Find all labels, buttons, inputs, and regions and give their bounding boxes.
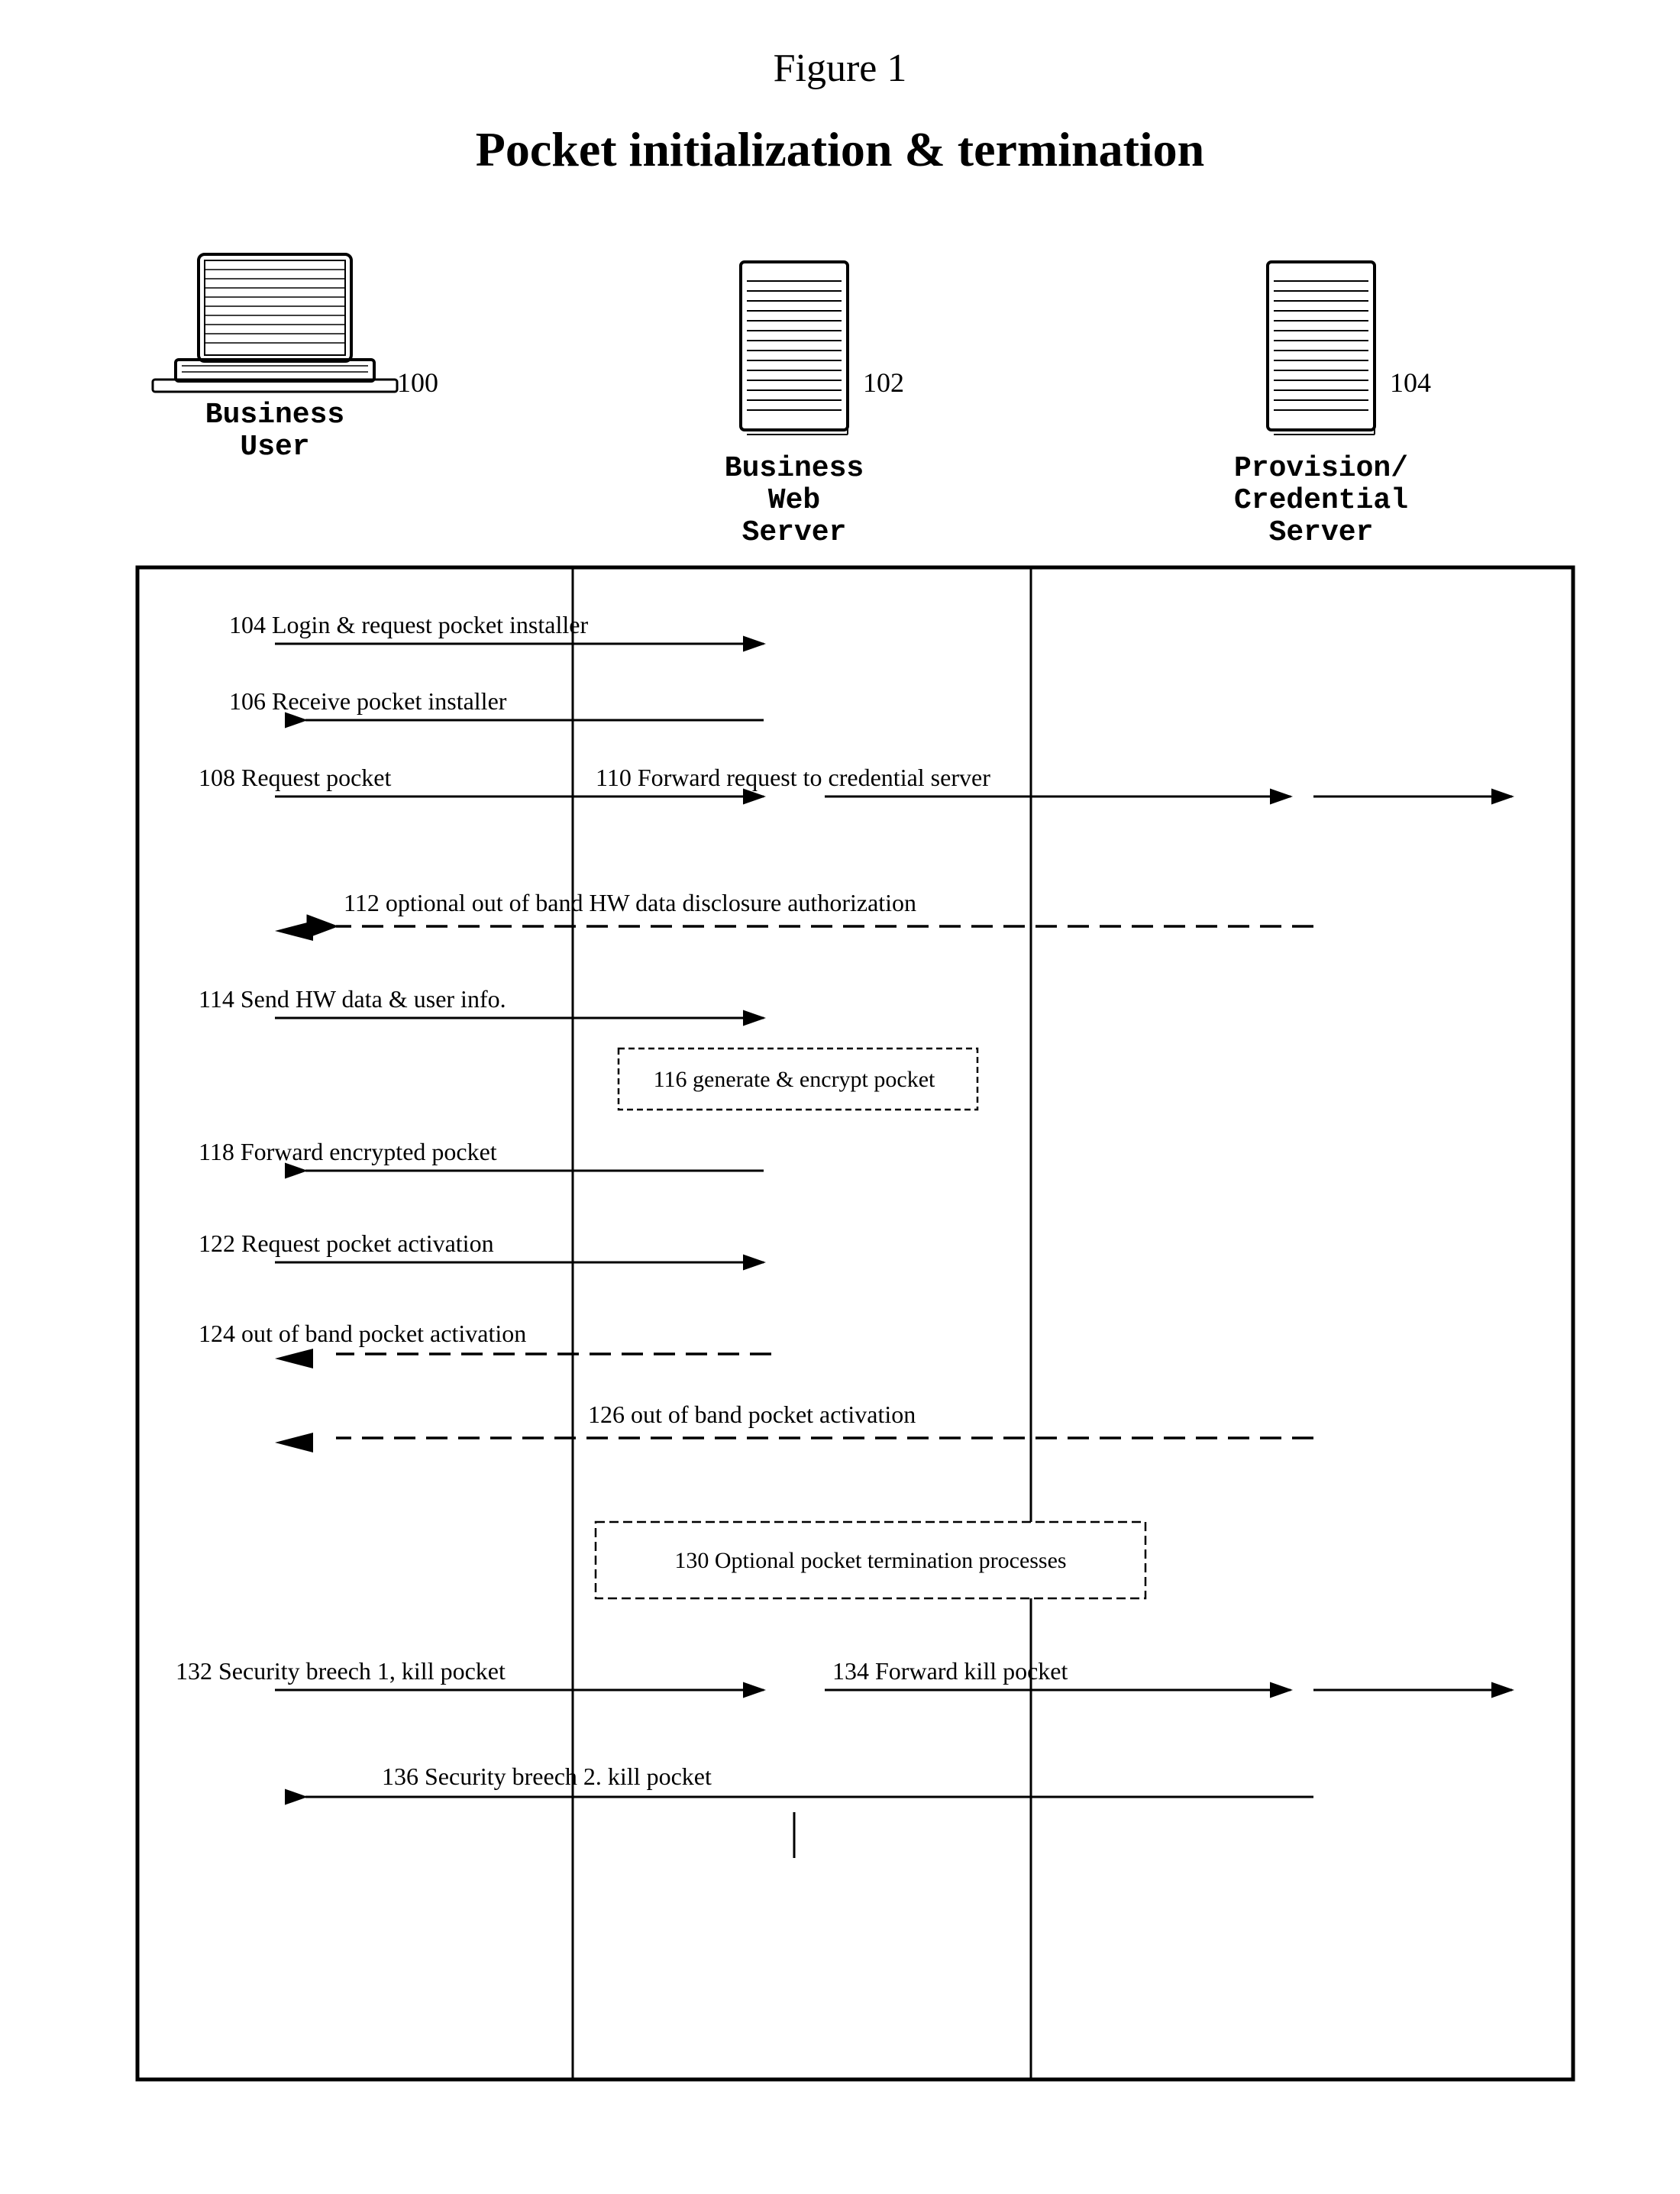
sequence-diagram: Business User 100 Business Web Server 10…: [76, 239, 1604, 2148]
svg-text:136 Security breech 2. kill po: 136 Security breech 2. kill pocket: [382, 1763, 712, 1790]
svg-text:112 optional out of band HW da: 112 optional out of band HW data disclos…: [344, 889, 916, 916]
figure-title: Figure 1: [61, 46, 1619, 91]
svg-text:118 Forward encrypted pocket: 118 Forward encrypted pocket: [199, 1138, 497, 1165]
svg-text:124 out of band pocket activat: 124 out of band pocket activation: [199, 1320, 526, 1347]
svg-text:Server: Server: [742, 516, 847, 549]
svg-text:126 out of band pocket activat: 126 out of band pocket activation: [588, 1401, 916, 1428]
svg-text:116 generate & encrypt pocket: 116 generate & encrypt pocket: [654, 1067, 935, 1092]
page-container: Figure 1 Pocket initialization & termina…: [0, 0, 1680, 2194]
svg-text:110 Forward request to credent: 110 Forward request to credential server: [596, 764, 990, 791]
diagram-title: Pocket initialization & termination: [61, 121, 1619, 178]
svg-text:106 Receive pocket installer: 106 Receive pocket installer: [229, 687, 507, 715]
svg-text:User: User: [240, 431, 309, 464]
svg-text:Business: Business: [725, 452, 864, 485]
svg-text:Provision/: Provision/: [1234, 452, 1408, 485]
svg-text:132 Security breech 1, kill po: 132 Security breech 1, kill pocket: [176, 1657, 506, 1685]
svg-text:104: 104: [1390, 367, 1431, 398]
svg-text:108 Request pocket: 108 Request pocket: [199, 764, 392, 791]
svg-text:104 Login & request pocket ins: 104 Login & request pocket installer: [229, 611, 588, 638]
svg-text:Web: Web: [768, 484, 820, 517]
svg-text:134 Forward kill pocket: 134 Forward kill pocket: [832, 1657, 1068, 1685]
svg-text:Server: Server: [1269, 516, 1374, 549]
svg-text:Business: Business: [205, 399, 344, 431]
svg-text:130 Optional pocket terminatio: 130 Optional pocket termination processe…: [674, 1548, 1066, 1573]
svg-text:114 Send HW data & user info.: 114 Send HW data & user info.: [199, 985, 506, 1013]
svg-text:100: 100: [397, 367, 438, 398]
svg-text:122 Request pocket activation: 122 Request pocket activation: [199, 1229, 494, 1257]
svg-text:102: 102: [863, 367, 904, 398]
svg-text:Credential: Credential: [1234, 484, 1408, 517]
